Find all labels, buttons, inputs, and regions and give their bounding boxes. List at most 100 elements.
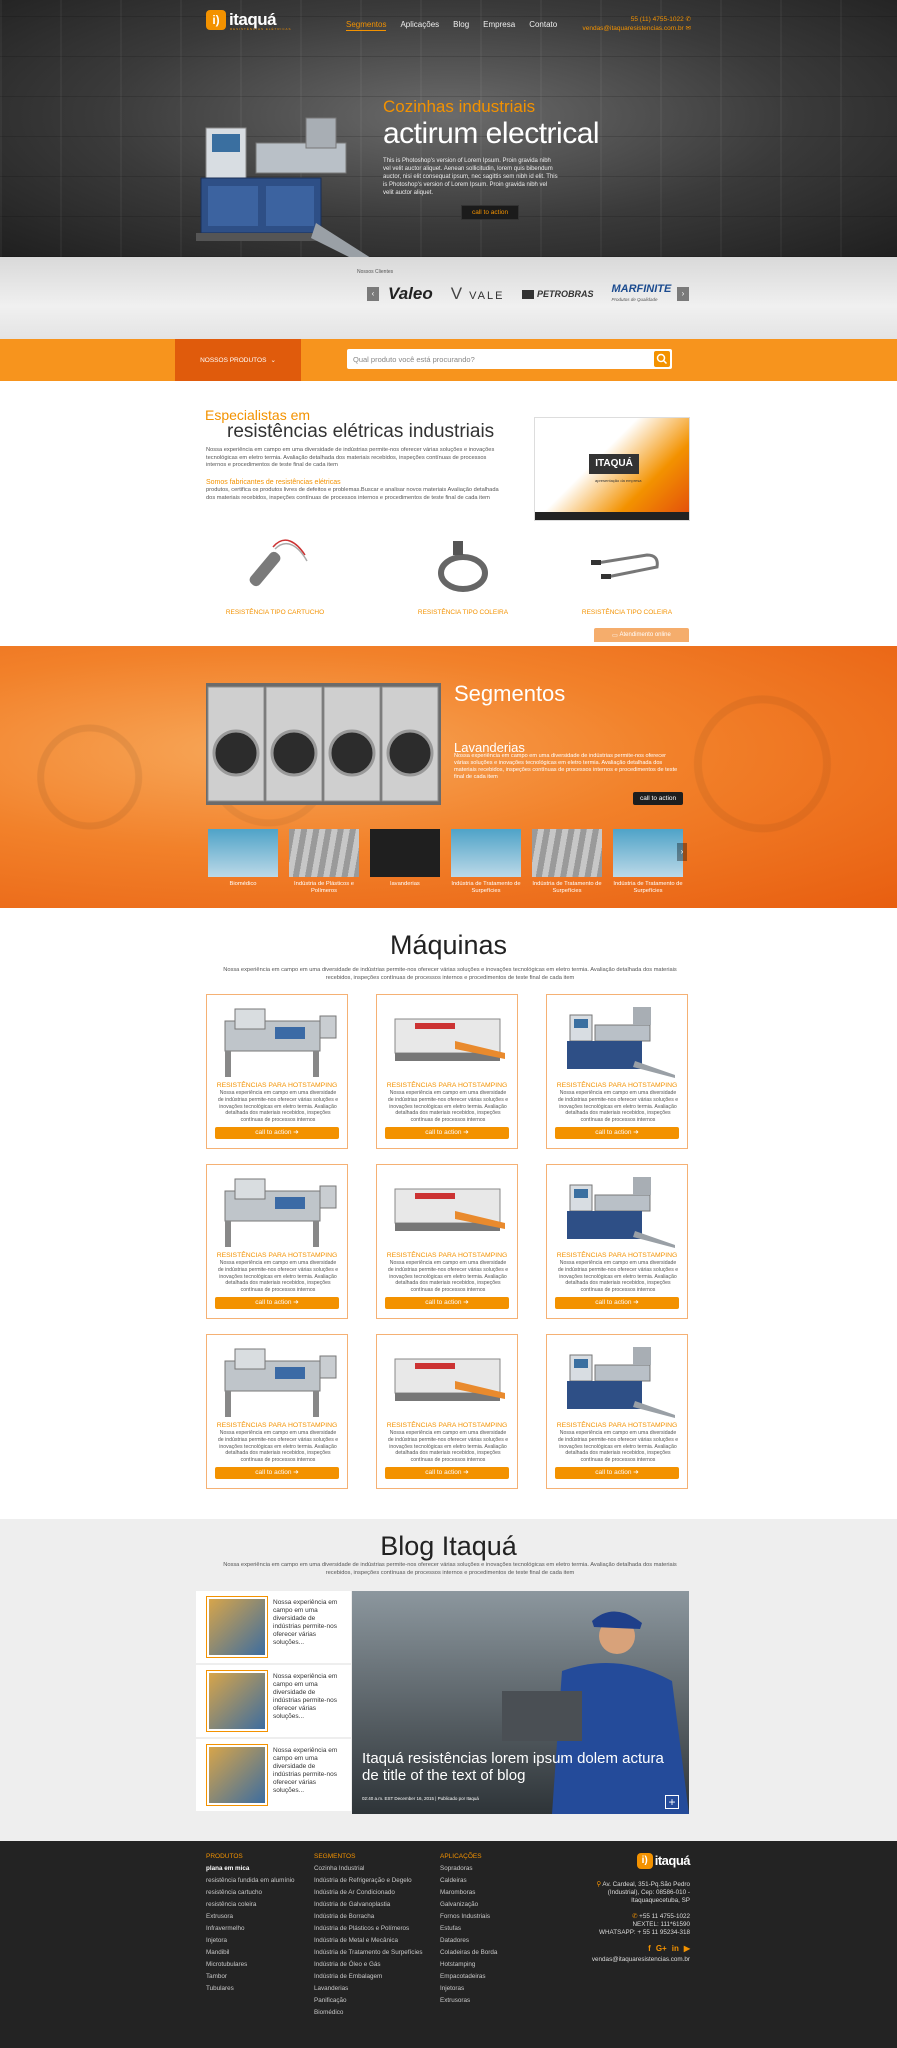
search-button[interactable] xyxy=(654,351,670,367)
company-video[interactable]: ITAQUÁ apresentação da empresa xyxy=(534,417,690,521)
segments-next-arrow[interactable]: › xyxy=(677,843,687,861)
footer-segment-link[interactable]: Indústria de Óleo e Gás xyxy=(314,1959,423,1971)
header-phone[interactable]: 55 (11) 4755-1022 xyxy=(631,16,684,23)
google-plus-icon[interactable]: G+ xyxy=(656,1945,667,1953)
footer-application-link[interactable]: Extrusoras xyxy=(440,1995,497,2007)
footer-segment-link[interactable]: Panificação xyxy=(314,1995,423,2007)
clients-next-arrow[interactable]: › xyxy=(677,287,689,301)
online-chat-button[interactable]: ▭ Atendimento online xyxy=(594,628,689,642)
footer-segment-link[interactable]: Indústria de Ar Condicionado xyxy=(314,1887,423,1899)
footer-product-link[interactable]: Tambor xyxy=(206,1971,295,1983)
footer-application-link[interactable]: Galvanização xyxy=(440,1899,497,1911)
segment-cta-button[interactable]: call to action xyxy=(633,792,684,805)
product-search-input[interactable]: Qual produto você está procurando? xyxy=(347,349,672,369)
machine-cta-button[interactable]: call to action ➔ xyxy=(555,1127,679,1139)
machine-cta-button[interactable]: call to action ➔ xyxy=(215,1127,339,1139)
machine-card[interactable]: RESISTÊNCIAS PARA HOTSTAMPING Nossa exper… xyxy=(546,1164,688,1319)
blog-list-item[interactable]: Nossa experiência em campo em uma divers… xyxy=(196,1591,351,1663)
footer-product-link[interactable]: Microtubulares xyxy=(206,1959,295,1971)
machine-card[interactable]: RESISTÊNCIAS PARA HOTSTAMPING Nossa exper… xyxy=(206,1334,348,1489)
machine-card-title: RESISTÊNCIAS PARA HOTSTAMPING xyxy=(386,1082,508,1089)
clients-prev-arrow[interactable]: ‹ xyxy=(367,287,379,301)
footer-product-link[interactable]: resistência fundida em alumínio xyxy=(206,1875,295,1887)
machine-card[interactable]: RESISTÊNCIAS PARA HOTSTAMPING Nossa exper… xyxy=(376,1164,518,1319)
footer-segment-link[interactable]: Cozinha Industrial xyxy=(314,1863,423,1875)
hero-cta-button[interactable]: call to action xyxy=(461,205,520,220)
machine-cta-button[interactable]: call to action ➔ xyxy=(555,1297,679,1309)
machine-card[interactable]: RESISTÊNCIAS PARA HOTSTAMPING Nossa exper… xyxy=(546,1334,688,1489)
footer-segment-link[interactable]: Indústria de Borracha xyxy=(314,1911,423,1923)
footer-product-link[interactable]: Infravermelho xyxy=(206,1923,295,1935)
machine-cta-button[interactable]: call to action ➔ xyxy=(555,1467,679,1479)
footer-application-link[interactable]: Injetoras xyxy=(440,1983,497,1995)
blog-list-item[interactable]: Nossa experiência em campo em uma divers… xyxy=(196,1739,351,1811)
machine-card[interactable]: RESISTÊNCIAS PARA HOTSTAMPING Nossa exper… xyxy=(206,994,348,1149)
segment-thumb[interactable]: Indústria de Tratamento de Surpefícies xyxy=(532,829,602,895)
machine-card[interactable]: RESISTÊNCIAS PARA HOTSTAMPING Nossa exper… xyxy=(376,994,518,1149)
footer-segment-link[interactable]: Indústria de Metal e Mecânica xyxy=(314,1935,423,1947)
footer-application-link[interactable]: Estufas xyxy=(440,1923,497,1935)
machine-card[interactable]: RESISTÊNCIAS PARA HOTSTAMPING Nossa exper… xyxy=(206,1164,348,1319)
machine-cta-button[interactable]: call to action ➔ xyxy=(215,1297,339,1309)
video-controls[interactable] xyxy=(535,512,689,520)
youtube-icon[interactable]: ▶ xyxy=(684,1945,690,1953)
machine-card[interactable]: RESISTÊNCIAS PARA HOTSTAMPING Nossa exper… xyxy=(376,1334,518,1489)
header-email[interactable]: vendas@itaquaresistencias.com.br xyxy=(582,25,683,32)
footer-application-link[interactable]: Hotstamping xyxy=(440,1959,497,1971)
footer-logo[interactable]: i) itaquá xyxy=(636,1853,691,1869)
machine-cta-button[interactable]: call to action ➔ xyxy=(385,1297,509,1309)
footer-application-link[interactable]: Datadores xyxy=(440,1935,497,1947)
footer-application-link[interactable]: Fornos Industriais xyxy=(440,1911,497,1923)
machine-cta-button[interactable]: call to action ➔ xyxy=(215,1467,339,1479)
phone-icon: ✆ xyxy=(632,1913,638,1920)
nav-blog[interactable]: Blog xyxy=(453,20,469,31)
footer-application-link[interactable]: Coladeiras de Borda xyxy=(440,1947,497,1959)
footer-product-link[interactable]: Extrusora xyxy=(206,1911,295,1923)
products-menu-button[interactable]: NOSSOS PRODUTOS ⌄ xyxy=(175,339,301,381)
footer-product-link[interactable]: plana em mica xyxy=(206,1863,295,1875)
footer-application-link[interactable]: Caldeiras xyxy=(440,1875,497,1887)
product-cartucho[interactable]: RESISTÊNCIA TIPO CARTUCHO xyxy=(220,533,330,616)
facebook-icon[interactable]: f xyxy=(648,1945,651,1953)
nav-aplicacoes[interactable]: Aplicações xyxy=(400,20,439,31)
footer-segment-link[interactable]: Indústria de Embalagem xyxy=(314,1971,423,1983)
footer-application-link[interactable]: Sopradoras xyxy=(440,1863,497,1875)
footer-product-link[interactable]: Tubulares xyxy=(206,1983,295,1995)
footer-segment-link[interactable]: Indústria de Galvanoplastia xyxy=(314,1899,423,1911)
linkedin-icon[interactable]: in xyxy=(672,1945,679,1953)
footer-phone[interactable]: +55 11 4755-1022 xyxy=(639,1913,690,1920)
segment-thumb[interactable]: Biomédico xyxy=(208,829,278,895)
nav-empresa[interactable]: Empresa xyxy=(483,20,515,31)
segment-thumb[interactable]: Indústria de Tratamento de Surpefícies xyxy=(613,829,683,895)
footer-product-link[interactable]: Mandibil xyxy=(206,1947,295,1959)
footer-segment-link[interactable]: Lavanderias xyxy=(314,1983,423,1995)
segment-thumb-image xyxy=(370,829,440,877)
footer-segment-link[interactable]: Biomédico xyxy=(314,2007,423,2019)
blog-list-item[interactable]: Nossa experiência em campo em uma divers… xyxy=(196,1665,351,1737)
footer-product-link[interactable]: Injetora xyxy=(206,1935,295,1947)
product-coleira-2[interactable]: RESISTÊNCIA TIPO COLEIRA xyxy=(572,533,682,616)
machine-cta-button[interactable]: call to action ➔ xyxy=(385,1467,509,1479)
segment-thumb[interactable]: Indústria de Plásticos e Polímeros xyxy=(289,829,359,895)
footer-segment-link[interactable]: Indústria de Tratamento de Surpefícies xyxy=(314,1947,423,1959)
blog-featured-post[interactable]: Itaquá resistências lorem ipsum dolem ac… xyxy=(352,1591,689,1814)
nav-segmentos[interactable]: Segmentos xyxy=(346,20,387,31)
footer-product-link[interactable]: resistência coleira xyxy=(206,1899,295,1911)
footer-segment-link[interactable]: Indústria de Refrigeração e Degelo xyxy=(314,1875,423,1887)
cartridge-heater-image xyxy=(249,539,308,587)
footer-email[interactable]: vendas@itaquaresistencias.com.br xyxy=(592,1956,690,1964)
footer-application-link[interactable]: Maromboras xyxy=(440,1887,497,1899)
nav-contato[interactable]: Contato xyxy=(529,20,557,31)
segment-thumb[interactable]: lavanderias xyxy=(370,829,440,895)
machine-cta-button[interactable]: call to action ➔ xyxy=(385,1127,509,1139)
segment-thumb[interactable]: Indústria de Tratamento de Surpefícies xyxy=(451,829,521,895)
footer-product-link[interactable]: resistência cartucho xyxy=(206,1887,295,1899)
machine-card-description: Nossa experiência em campo em uma divers… xyxy=(557,1090,679,1124)
machine-card[interactable]: RESISTÊNCIAS PARA HOTSTAMPING Nossa exper… xyxy=(546,994,688,1149)
segments-carousel: Biomédico Indústria de Plásticos e Polím… xyxy=(208,829,683,895)
machine-card-description: Nossa experiência em campo em uma divers… xyxy=(387,1090,509,1124)
footer-segment-link[interactable]: Indústria de Plásticos e Polímeros xyxy=(314,1923,423,1935)
footer-application-link[interactable]: Empacotadeiras xyxy=(440,1971,497,1983)
product-coleira[interactable]: RESISTÊNCIA TIPO COLEIRA xyxy=(408,533,518,616)
plus-icon[interactable]: + xyxy=(665,1795,679,1809)
